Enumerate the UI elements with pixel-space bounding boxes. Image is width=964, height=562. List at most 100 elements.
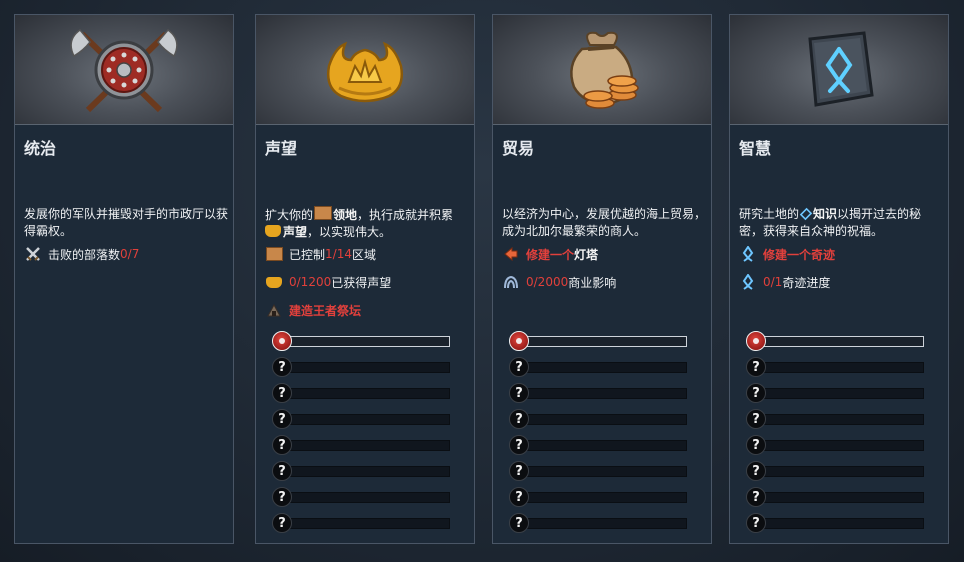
requirement-value: 0/1200 [289, 275, 332, 289]
requirement-label: 商业影响 [568, 275, 617, 290]
current-stage-marker-icon [272, 331, 292, 351]
victory-card-fame[interactable]: 声望 扩大你的 领地，执行成就并积累 声望，以实现伟大。 已控制 1/14 区域 0/1… [255, 14, 475, 544]
unknown-stage-icon: ? [746, 513, 766, 533]
knowledge-icon [799, 207, 813, 221]
requirement-label: 修建一个 [526, 247, 575, 262]
requirement-regions-controlled: 已控制 1/14 区域 [265, 245, 376, 263]
trade-banner [493, 15, 711, 125]
card-description: 以经济为中心，发展优越的海上贸易，成为北加尔最繁荣的商人。 [502, 207, 707, 238]
stage-track: ? [746, 383, 926, 403]
rune-stone-icon [808, 30, 874, 107]
requirement-label: 已获得声望 [331, 275, 392, 290]
desc-text: 扩大你的 [265, 208, 314, 222]
victory-card-domination[interactable]: 统治 发展你的军队并摧毁对手的市政厅以获得霸权。 击败的部落数 0/7 [14, 14, 234, 544]
stage-track: ? [272, 357, 452, 377]
stage-track: ? [509, 435, 689, 455]
victory-card-lore[interactable]: 智慧 研究土地的 知识以揭开过去的秘密，获得来自众神的祝福。 修建一个奇迹 0/1… [729, 14, 949, 544]
card-description: 扩大你的 领地，执行成就并积累声望，以实现伟大。 [265, 206, 470, 241]
fame-banner [256, 15, 474, 125]
trade-influence-icon [502, 273, 520, 291]
stage-track: ? [272, 383, 452, 403]
current-stage-marker-icon [746, 331, 766, 351]
unknown-stage-icon: ? [509, 409, 529, 429]
stage-track: ? [746, 461, 926, 481]
stage-track: ? [272, 435, 452, 455]
crown-icon [327, 41, 403, 102]
unknown-stage-icon: ? [509, 513, 529, 533]
card-description: 发展你的军队并摧毁对手的市政厅以获得霸权。 [24, 207, 229, 238]
desc-text: ，执行成就并积累 [357, 208, 454, 222]
desc-highlight-territory: 领地 [333, 208, 358, 222]
requirement-build-wonder[interactable]: 修建一个奇迹 [739, 245, 835, 263]
unknown-stage-icon: ? [746, 357, 766, 377]
requirement-build-altar[interactable]: 建造王者祭坛 [265, 301, 361, 319]
stage-track: ? [746, 409, 926, 429]
unknown-stage-icon: ? [746, 487, 766, 507]
crossed-swords-icon [24, 245, 42, 263]
requirement-trade-influence: 0/2000 商业影响 [502, 273, 616, 291]
requirement-value: 0/7 [120, 247, 140, 261]
fame-crown-icon [265, 273, 283, 291]
desc-text: 研究土地的 [739, 207, 800, 221]
stage-track: ? [272, 487, 452, 507]
card-title: 贸易 [502, 139, 535, 158]
territory-map-icon [265, 245, 283, 263]
unknown-stage-icon: ? [272, 383, 292, 403]
unknown-stage-icon: ? [746, 461, 766, 481]
unknown-stage-icon: ? [272, 435, 292, 455]
stage-track: ? [746, 435, 926, 455]
requirement-label: 建造王者祭坛 [289, 303, 362, 318]
requirement-build-lighthouse[interactable]: 修建一个 灯塔 [502, 245, 598, 263]
requirement-label: 区域 [351, 247, 376, 262]
card-description: 研究土地的 知识以揭开过去的秘密，获得来自众神的祝福。 [739, 206, 944, 240]
stage-track: ? [509, 357, 689, 377]
requirement-value: 0/2000 [526, 275, 569, 289]
stage-track: ? [746, 513, 926, 533]
requirement-value: 0/1 [763, 275, 783, 289]
unknown-stage-icon: ? [746, 409, 766, 429]
desc-highlight-fame: 声望 [283, 225, 308, 239]
desc-text: ，以实现伟大。 [307, 225, 392, 239]
money-bag-icon [570, 31, 639, 109]
domination-banner [15, 15, 233, 125]
fame-icon [265, 225, 281, 237]
unknown-stage-icon: ? [272, 357, 292, 377]
unknown-stage-icon: ? [746, 383, 766, 403]
knowledge-rune-icon [739, 273, 757, 291]
requirement-label: 奇迹进度 [782, 275, 831, 290]
requirement-label: 击败的部落数 [48, 247, 121, 262]
unknown-stage-icon: ? [509, 357, 529, 377]
card-title: 声望 [265, 139, 298, 158]
requirement-value: 1/14 [325, 247, 352, 261]
stage-track: ? [509, 409, 689, 429]
territory-icon [314, 206, 333, 220]
card-title: 统治 [24, 139, 57, 158]
requirement-fame-earned: 0/1200 已获得声望 [265, 273, 391, 291]
requirement-label: 已控制 [289, 247, 326, 262]
stage-track: ? [509, 487, 689, 507]
unknown-stage-icon: ? [272, 461, 292, 481]
stage-track: ? [746, 487, 926, 507]
altar-icon [265, 301, 283, 319]
unknown-stage-icon: ? [746, 435, 766, 455]
stage-track-active [272, 331, 452, 351]
stage-track: ? [272, 409, 452, 429]
shield-axes-icon [70, 28, 178, 112]
stage-track: ? [272, 461, 452, 481]
victory-card-trade[interactable]: 贸易 以经济为中心，发展优越的海上贸易，成为北加尔最繁荣的商人。 修建一个 灯塔 … [492, 14, 712, 544]
unknown-stage-icon: ? [272, 409, 292, 429]
requirement-highlight: 灯塔 [574, 247, 599, 262]
unknown-stage-icon: ? [509, 487, 529, 507]
requirement-wonder-progress: 0/1 奇迹进度 [739, 273, 830, 291]
stage-track-active [509, 331, 689, 351]
unknown-stage-icon: ? [272, 487, 292, 507]
lore-banner [730, 15, 948, 125]
stage-track: ? [509, 513, 689, 533]
requirement-label: 修建一个奇迹 [763, 247, 836, 262]
stage-track: ? [272, 513, 452, 533]
unknown-stage-icon: ? [509, 435, 529, 455]
unknown-stage-icon: ? [509, 383, 529, 403]
current-stage-marker-icon [509, 331, 529, 351]
lighthouse-arrow-icon [502, 245, 520, 263]
stage-track: ? [509, 461, 689, 481]
